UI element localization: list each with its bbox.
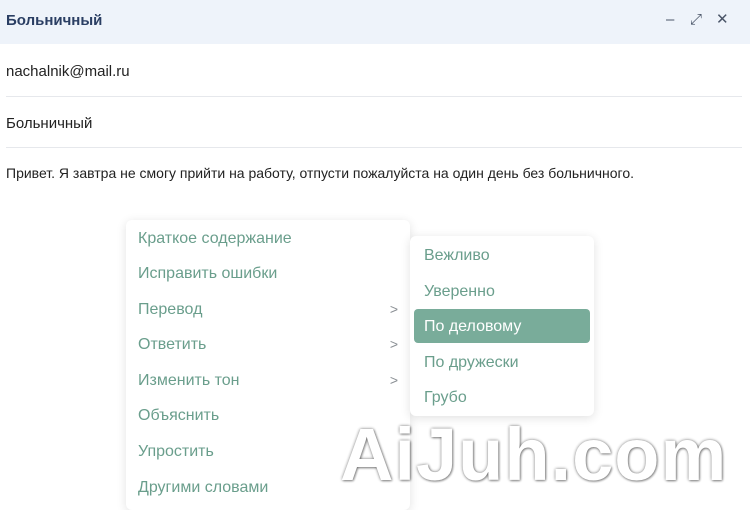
chevron-right-icon: > — [389, 336, 398, 352]
tone-option-rude[interactable]: Грубо — [414, 380, 590, 414]
chevron-right-icon: > — [389, 301, 398, 317]
tone-submenu: Вежливо Уверенно По деловому По дружески… — [410, 236, 594, 416]
minimize-icon[interactable]: – — [666, 10, 674, 30]
menu-item-label: Другими словами — [138, 479, 269, 496]
tone-option-polite[interactable]: Вежливо — [414, 238, 590, 272]
menu-item-label: Краткое содержание — [138, 230, 292, 247]
watermark: AiJuh.com — [340, 413, 728, 496]
message-body[interactable]: Привет. Я завтра не смогу прийти на рабо… — [6, 160, 686, 187]
expand-icon[interactable]: ⤢ — [690, 10, 702, 30]
subject-field[interactable]: Больничный — [6, 115, 92, 132]
divider — [6, 147, 742, 148]
tone-option-label: Вежливо — [424, 247, 490, 264]
menu-item-label: Изменить тон — [138, 372, 240, 389]
recipient-field[interactable]: nachalnik@mail.ru — [6, 63, 130, 80]
menu-item-label: Упростить — [138, 443, 214, 460]
tone-option-label: По дружески — [424, 354, 519, 371]
chevron-right-icon: > — [389, 372, 398, 388]
tone-option-label: По деловому — [424, 318, 522, 335]
tone-option-friendly[interactable]: По дружески — [414, 345, 590, 379]
menu-item-label: Перевод — [138, 301, 203, 318]
divider — [6, 96, 742, 97]
menu-item-label: Исправить ошибки — [138, 265, 278, 282]
menu-item-reply[interactable]: Ответить > — [126, 328, 410, 360]
menu-item-translate[interactable]: Перевод > — [126, 293, 410, 325]
tone-option-label: Грубо — [424, 389, 467, 406]
menu-item-label: Объяснить — [138, 407, 220, 424]
tone-option-business[interactable]: По деловому — [414, 309, 590, 343]
tone-option-confident[interactable]: Уверенно — [414, 274, 590, 308]
menu-item-summary[interactable]: Краткое содержание — [126, 222, 410, 254]
close-icon[interactable]: ✕ — [716, 10, 729, 30]
window-title: Больничный — [6, 12, 103, 29]
menu-item-change-tone[interactable]: Изменить тон > — [126, 364, 410, 396]
tone-option-label: Уверенно — [424, 283, 495, 300]
menu-item-label: Ответить — [138, 336, 207, 353]
menu-item-fix-errors[interactable]: Исправить ошибки — [126, 257, 410, 289]
compose-title-bar: Больничный – ⤢ ✕ — [0, 0, 750, 44]
